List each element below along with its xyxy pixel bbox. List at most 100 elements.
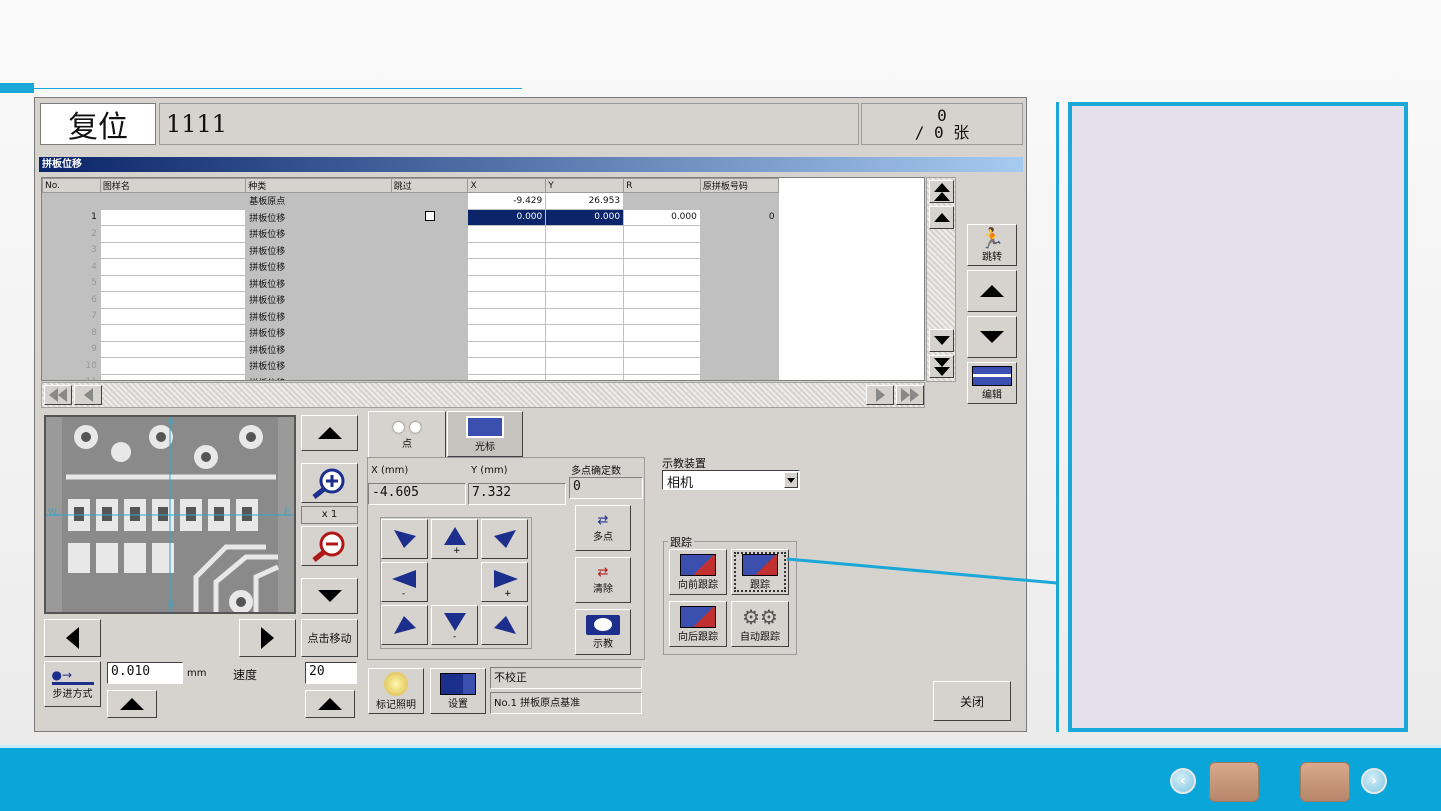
cell-x[interactable]: 0.000 xyxy=(467,208,547,226)
edit-button[interactable]: 编辑 xyxy=(967,362,1017,404)
cell-y[interactable] xyxy=(545,373,625,380)
column-header[interactable]: Y xyxy=(545,178,625,193)
cell-no[interactable]: 4 xyxy=(42,258,101,276)
jog-down-button[interactable]: - xyxy=(431,605,478,645)
column-header[interactable]: 图样名 xyxy=(99,178,247,193)
cell-y[interactable] xyxy=(545,291,625,309)
jog-up-right-button[interactable] xyxy=(481,519,528,559)
track-button[interactable]: 跟踪 xyxy=(731,549,789,595)
column-header[interactable]: 跳过 xyxy=(390,178,469,193)
cell-no[interactable]: 9 xyxy=(42,340,101,358)
cell-r[interactable] xyxy=(623,192,701,210)
cell-kind[interactable]: 拼板位移 xyxy=(245,373,392,380)
cell-r[interactable]: 0.000 xyxy=(623,208,701,226)
cell-name[interactable] xyxy=(99,258,247,276)
cell-y[interactable] xyxy=(545,274,625,292)
cell-kind[interactable]: 基板原点 xyxy=(245,192,392,210)
camera-view[interactable]: N W E S xyxy=(44,415,296,614)
cell-kind[interactable]: 拼板位移 xyxy=(245,225,392,243)
end-button[interactable] xyxy=(1300,762,1350,802)
settings-button[interactable]: 设置 xyxy=(430,668,486,714)
cell-y[interactable] xyxy=(545,307,625,325)
camera-left-button[interactable] xyxy=(44,619,101,657)
zoom-out-button[interactable] xyxy=(301,526,358,566)
cell-r[interactable] xyxy=(623,373,701,380)
cell-name[interactable] xyxy=(99,208,247,226)
cell-orig[interactable] xyxy=(699,373,779,380)
tab-cursor[interactable]: 光标 xyxy=(447,411,523,457)
table-row[interactable]: 9 拼板位移 xyxy=(42,340,924,358)
cell-skip[interactable] xyxy=(390,241,469,259)
cell-orig[interactable] xyxy=(699,291,779,309)
cell-no[interactable]: 6 xyxy=(42,291,101,309)
cell-kind[interactable]: 拼板位移 xyxy=(245,258,392,276)
jog-down-left-button[interactable] xyxy=(381,605,428,645)
cell-r[interactable] xyxy=(623,225,701,243)
clear-button[interactable]: ⇄ 清除 xyxy=(575,557,631,603)
multi-point-button[interactable]: ⇄ 多点 xyxy=(575,505,631,551)
teach-device-select[interactable]: 相机 xyxy=(662,470,800,491)
track-backward-button[interactable]: 向后跟踪 xyxy=(669,601,727,647)
camera-right-button[interactable] xyxy=(239,619,296,657)
close-button[interactable]: 关闭 xyxy=(933,681,1011,721)
cell-r[interactable] xyxy=(623,357,701,375)
jog-left-button[interactable]: - xyxy=(381,562,428,602)
cell-name[interactable] xyxy=(99,291,247,309)
cell-kind[interactable]: 拼板位移 xyxy=(245,307,392,325)
scroll-down-icon[interactable] xyxy=(929,329,954,352)
step-mode-button[interactable]: ●→ 步进方式 xyxy=(44,661,101,707)
cell-x[interactable] xyxy=(467,373,547,380)
jog-up-button[interactable]: + xyxy=(431,519,478,559)
jump-button[interactable]: 🏃 跳转 xyxy=(967,224,1017,266)
cell-orig[interactable] xyxy=(699,307,779,325)
scroll-first-icon[interactable] xyxy=(44,385,72,405)
scroll-bottom-icon[interactable] xyxy=(929,355,954,378)
cell-x[interactable] xyxy=(467,258,547,276)
cell-r[interactable] xyxy=(623,340,701,358)
table-row[interactable]: 8 拼板位移 xyxy=(42,324,924,342)
cell-no[interactable]: 2 xyxy=(42,225,101,243)
table-row[interactable]: 5 拼板位移 xyxy=(42,274,924,292)
track-forward-button[interactable]: 向前跟踪 xyxy=(669,549,727,595)
cell-skip[interactable] xyxy=(390,340,469,358)
column-header[interactable]: X xyxy=(467,178,547,193)
cell-name[interactable] xyxy=(99,340,247,358)
cell-name[interactable] xyxy=(99,324,247,342)
cell-kind[interactable]: 拼板位移 xyxy=(245,208,392,226)
column-header[interactable]: No. xyxy=(42,178,101,193)
column-header[interactable]: 种类 xyxy=(245,178,392,193)
cell-y[interactable] xyxy=(545,225,625,243)
cell-no[interactable] xyxy=(42,192,101,210)
cell-r[interactable] xyxy=(623,324,701,342)
cell-skip[interactable] xyxy=(390,258,469,276)
jog-right-button[interactable]: + xyxy=(481,562,528,602)
home-button[interactable] xyxy=(1209,762,1259,802)
column-header[interactable]: R xyxy=(623,178,701,193)
table-row[interactable]: 2 拼板位移 xyxy=(42,225,924,243)
cell-skip[interactable] xyxy=(390,357,469,375)
cell-kind[interactable]: 拼板位移 xyxy=(245,357,392,375)
horizontal-scrollbar[interactable] xyxy=(41,382,925,408)
speed-up-button[interactable] xyxy=(305,690,355,718)
cell-x[interactable] xyxy=(467,291,547,309)
cell-x[interactable] xyxy=(467,324,547,342)
cell-skip[interactable] xyxy=(390,192,469,210)
tab-point[interactable]: ● ● 点 xyxy=(368,411,446,457)
cell-no[interactable]: 8 xyxy=(42,324,101,342)
cell-kind[interactable]: 拼板位移 xyxy=(245,241,392,259)
cell-orig[interactable]: 0 xyxy=(699,208,779,226)
cell-orig[interactable] xyxy=(699,324,779,342)
skip-checkbox[interactable] xyxy=(424,210,435,221)
cell-skip[interactable] xyxy=(390,307,469,325)
cell-x[interactable]: -9.429 xyxy=(467,192,547,210)
cell-orig[interactable] xyxy=(699,241,779,259)
cell-kind[interactable]: 拼板位移 xyxy=(245,324,392,342)
vertical-scrollbar[interactable] xyxy=(926,177,956,382)
cell-y[interactable] xyxy=(545,357,625,375)
cell-name[interactable] xyxy=(99,225,247,243)
cell-orig[interactable] xyxy=(699,357,779,375)
cell-kind[interactable]: 拼板位移 xyxy=(245,274,392,292)
cell-no[interactable]: 3 xyxy=(42,241,101,259)
page-down-button[interactable] xyxy=(967,316,1017,358)
cell-name[interactable] xyxy=(99,357,247,375)
